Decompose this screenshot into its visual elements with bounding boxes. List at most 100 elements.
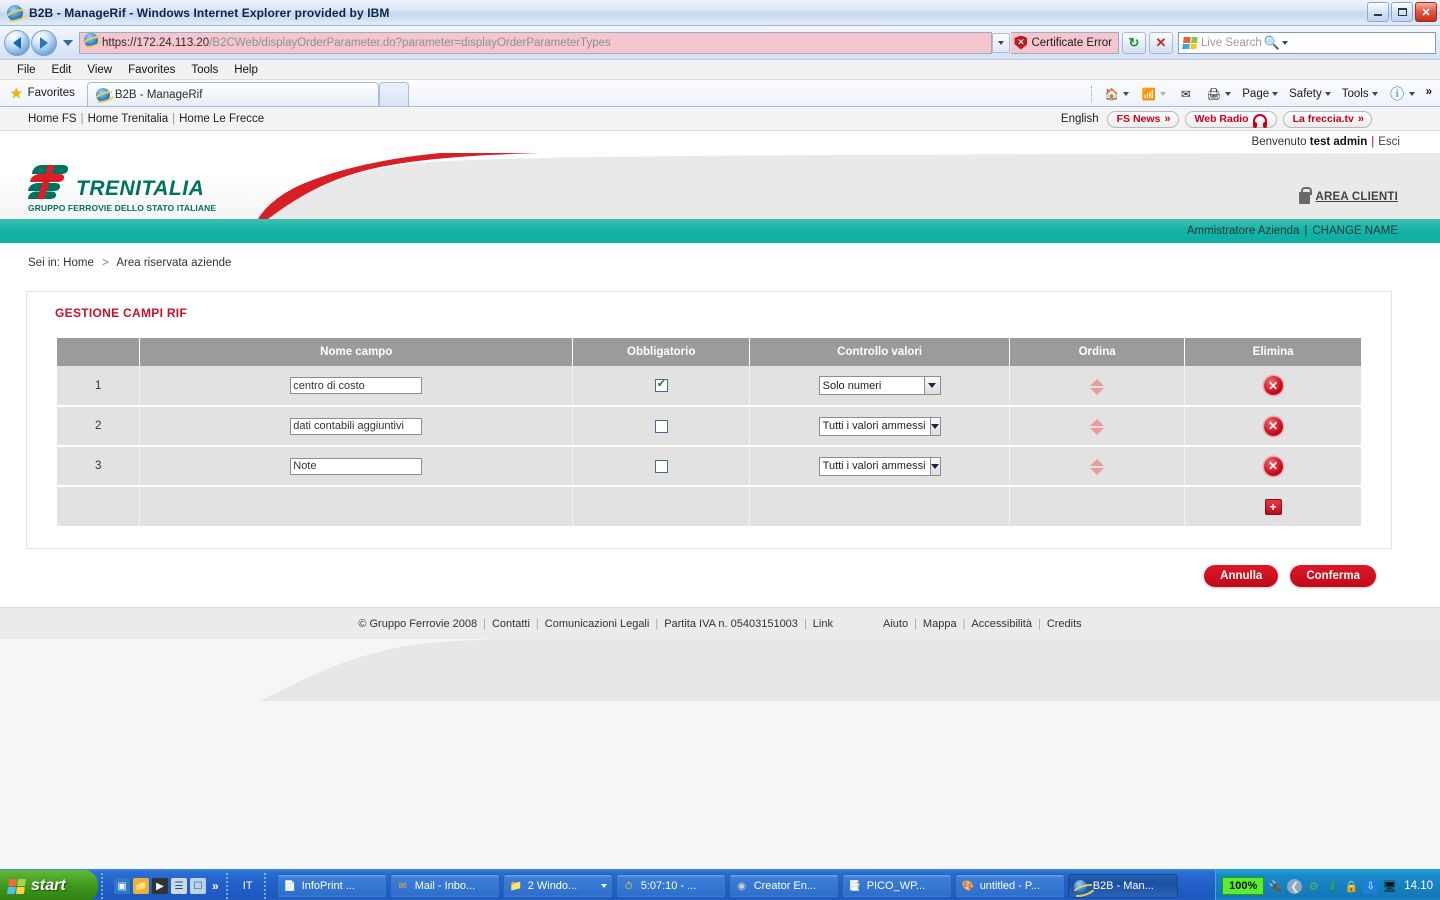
media-icon[interactable]: ▶ xyxy=(152,878,168,894)
address-dropdown-button[interactable] xyxy=(992,32,1011,53)
toolbar-overflow-button[interactable]: » xyxy=(1422,84,1436,100)
taskbar-item-mail[interactable]: ✉ Mail - Inbo... xyxy=(389,874,500,898)
ime-indicator[interactable]: IT xyxy=(235,875,261,897)
field-name-input[interactable] xyxy=(290,417,423,435)
search-input[interactable]: Live Search 🔍 xyxy=(1178,31,1436,54)
maximize-button[interactable] xyxy=(1391,2,1413,22)
start-button[interactable]: start xyxy=(0,870,98,900)
taskbar-item-creator[interactable]: ◉ Creator En... xyxy=(728,874,839,898)
value-control-select[interactable]: Solo numeri xyxy=(818,376,941,395)
menu-favorites[interactable]: Favorites xyxy=(121,63,182,77)
add-row-button[interactable]: + xyxy=(1264,498,1282,515)
footer-link-accessibilita[interactable]: Accessibilità xyxy=(965,618,1038,630)
search-icon[interactable]: 🔍 xyxy=(1262,33,1282,53)
footer-link-link[interactable]: Link xyxy=(807,618,839,630)
menu-file[interactable]: File xyxy=(10,63,43,77)
required-checkbox[interactable] xyxy=(654,419,668,433)
link-home-le-frecce[interactable]: Home Le Frecce xyxy=(179,113,264,125)
stop-button[interactable]: ✕ xyxy=(1149,31,1173,54)
required-checkbox[interactable] xyxy=(654,459,668,473)
cancel-button[interactable]: Annulla xyxy=(1204,565,1279,587)
network-icon[interactable]: 🖥 xyxy=(1382,879,1397,894)
change-name-link[interactable]: CHANGE NAME xyxy=(1312,225,1398,237)
link-home-trenitalia[interactable]: Home Trenitalia xyxy=(88,113,169,125)
language-selector[interactable]: English xyxy=(1061,113,1099,125)
safety-menu[interactable]: Safety xyxy=(1285,86,1335,102)
notes-icon[interactable]: ☰ xyxy=(171,878,187,894)
breadcrumb-item-home[interactable]: Home xyxy=(63,257,94,269)
taskbar-item-timer[interactable]: ⏱ 5:07:10 - ... xyxy=(615,874,726,898)
footer-link-credits[interactable]: Credits xyxy=(1041,618,1088,630)
value-control-select[interactable]: Tutti i valori ammessi xyxy=(818,416,941,436)
confirm-button[interactable]: Conferma xyxy=(1290,565,1376,587)
footer-link-mappa[interactable]: Mappa xyxy=(917,618,963,630)
field-name-input[interactable] xyxy=(290,457,423,475)
value-control-select[interactable]: Tutti i valori ammessi xyxy=(818,456,941,476)
taskbar-item-b2b-managerif[interactable]: B2B - Man... xyxy=(1067,874,1178,898)
arrow-up-icon[interactable] xyxy=(1090,378,1105,386)
menu-view[interactable]: View xyxy=(80,63,119,77)
footer-link-aiuto[interactable]: Aiuto xyxy=(877,618,914,630)
refresh-button[interactable]: ↻ xyxy=(1122,31,1146,54)
forward-button[interactable] xyxy=(31,29,57,56)
network-download-icon[interactable]: ⬇ xyxy=(1325,879,1340,894)
delete-row-button[interactable]: ✕ xyxy=(1263,456,1283,476)
sort-control[interactable] xyxy=(1090,378,1105,395)
taskbar-item-pico-wp[interactable]: 📑 PICO_WP... xyxy=(841,874,952,898)
search-provider-caret-icon[interactable] xyxy=(1281,40,1288,45)
show-desktop-icon[interactable]: ▣ xyxy=(114,878,130,894)
arrow-down-icon[interactable] xyxy=(1090,387,1105,395)
new-tab-button[interactable] xyxy=(378,82,409,106)
sort-control[interactable] xyxy=(1090,459,1105,475)
back-arrow-icon[interactable]: ❮ xyxy=(1287,878,1303,894)
fs-news-button[interactable]: FS News » xyxy=(1106,110,1179,128)
chevron-down-icon[interactable] xyxy=(600,884,607,888)
taskbar-item-infoprint[interactable]: 📄 InfoPrint ... xyxy=(276,874,387,898)
close-button[interactable]: ✕ xyxy=(1415,2,1437,22)
taskbar-item-untitled-paint[interactable]: 🎨 untitled - P... xyxy=(954,874,1065,898)
sort-control[interactable] xyxy=(1090,419,1105,435)
help-menu[interactable]: ⓘ xyxy=(1385,84,1419,104)
taskbar-item-windows-group[interactable]: 📁 2 Windo... xyxy=(502,874,613,898)
system-clock[interactable]: 14.10 xyxy=(1401,880,1433,892)
logout-link[interactable]: Esci xyxy=(1378,136,1400,148)
delete-row-button[interactable]: ✕ xyxy=(1263,416,1283,436)
window-icon[interactable]: ☐ xyxy=(190,878,206,894)
required-checkbox[interactable] xyxy=(654,378,668,392)
arrow-down-icon[interactable] xyxy=(1090,428,1105,435)
safety-icon[interactable]: ⚙ xyxy=(1306,879,1321,894)
address-input[interactable]: https://172.24.113.20/B2CWeb/displayOrde… xyxy=(79,31,993,54)
feeds-button[interactable]: 📶 xyxy=(1136,84,1170,104)
home-button[interactable]: 🏠 xyxy=(1099,84,1133,104)
recent-pages-caret-icon[interactable] xyxy=(63,39,73,46)
quick-launch-overflow[interactable]: » xyxy=(209,879,219,893)
minimize-button[interactable] xyxy=(1367,2,1389,22)
security-icon[interactable]: 🔒 xyxy=(1344,879,1359,894)
menu-edit[interactable]: Edit xyxy=(45,63,79,77)
arrow-down-icon[interactable] xyxy=(1090,468,1105,475)
la-freccia-tv-button[interactable]: La freccia.tv » xyxy=(1282,110,1372,128)
folder-icon[interactable]: 📁 xyxy=(133,878,149,894)
page-menu[interactable]: Page xyxy=(1238,86,1282,102)
back-button[interactable] xyxy=(4,29,30,56)
arrow-up-icon[interactable] xyxy=(1090,459,1105,466)
bluetooth-icon[interactable]: ⇩ xyxy=(1363,878,1379,894)
field-name-input[interactable] xyxy=(290,377,423,394)
footer-link-contatti[interactable]: Contatti xyxy=(486,618,536,630)
arrow-up-icon[interactable] xyxy=(1090,419,1105,426)
link-home-fs[interactable]: Home FS xyxy=(28,113,77,125)
read-mail-button[interactable]: ✉ xyxy=(1173,84,1198,104)
menu-help[interactable]: Help xyxy=(227,63,265,77)
web-radio-button[interactable]: Web Radio xyxy=(1184,110,1277,128)
area-clienti-link[interactable]: AREA CLIENTI xyxy=(1298,187,1398,204)
battery-indicator[interactable]: 100% xyxy=(1222,877,1265,895)
favorites-button[interactable]: ★ Favorites xyxy=(6,82,83,104)
certificate-error-badge[interactable]: Certificate Error xyxy=(1011,31,1119,54)
menu-tools[interactable]: Tools xyxy=(184,63,225,77)
print-button[interactable]: 🖨 xyxy=(1201,84,1235,104)
tools-menu[interactable]: Tools xyxy=(1338,86,1382,102)
trenitalia-logo[interactable]: TRENITALIA GRUPPO FERROVIE DELLO STATO I… xyxy=(28,165,216,213)
delete-row-button[interactable]: ✕ xyxy=(1263,376,1283,395)
tab-b2b-managerif[interactable]: B2B - ManageRif xyxy=(86,82,379,106)
footer-link-comunicazioni-legali[interactable]: Comunicazioni Legali xyxy=(539,618,656,630)
